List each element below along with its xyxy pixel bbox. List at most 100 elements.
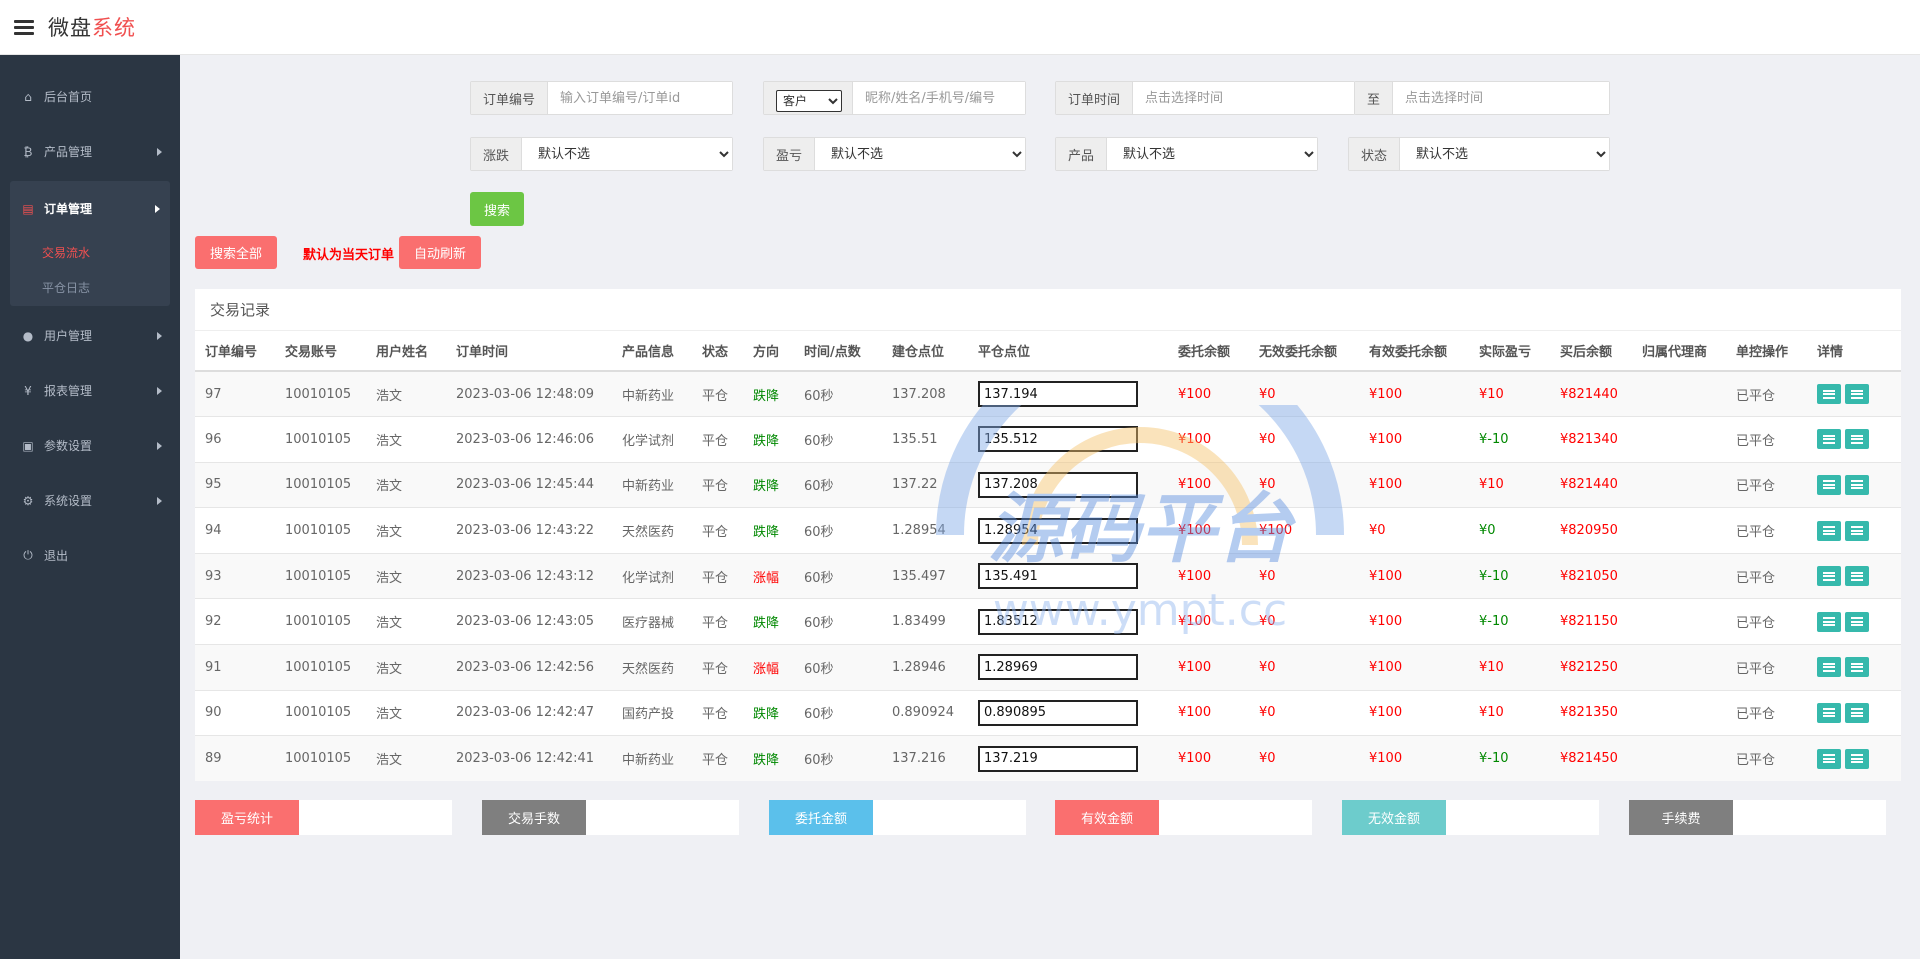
- rise-fall-filter: 涨跌 默认不选: [470, 137, 733, 171]
- order-status: 平仓: [692, 598, 743, 645]
- agent: [1632, 552, 1726, 599]
- status-select[interactable]: 默认不选: [1400, 138, 1609, 170]
- order-no-input[interactable]: [548, 82, 732, 114]
- table-row: 92 10010105 浩文 2023-03-06 12:43:05 医疗器械 平仓 跌降 6…: [195, 598, 1901, 645]
- file-icon: ▤: [22, 201, 34, 216]
- close-price-input[interactable]: [978, 517, 1138, 544]
- invalid-amount: ¥0: [1249, 735, 1359, 782]
- close-price-cell: [968, 416, 1168, 463]
- customer-search-input[interactable]: [853, 82, 1025, 114]
- order-time: 2023-03-06 12:43:22: [446, 507, 612, 554]
- invalid-amount: ¥0: [1249, 370, 1359, 417]
- close-price-input[interactable]: [978, 563, 1138, 590]
- sidebar-subitem[interactable]: 交易流水: [10, 236, 170, 271]
- close-price-input[interactable]: [978, 381, 1138, 408]
- profit-loss-select[interactable]: 默认不选: [815, 138, 1025, 170]
- open-price: 135.497: [882, 552, 968, 599]
- customer-type-select[interactable]: 客户: [776, 89, 842, 112]
- balance-after: ¥821450: [1550, 735, 1632, 782]
- detail-button[interactable]: [1845, 566, 1869, 587]
- detail-button[interactable]: [1845, 474, 1869, 495]
- detail-button[interactable]: [1845, 384, 1869, 405]
- close-price-input[interactable]: [978, 699, 1138, 726]
- table-row: 91 10010105 浩文 2023-03-06 12:42:56 天然医药 平仓 涨幅 6…: [195, 644, 1901, 691]
- close-price-input[interactable]: [978, 471, 1138, 498]
- detail-button[interactable]: [1845, 748, 1869, 769]
- order-time: 2023-03-06 12:42:41: [446, 735, 612, 782]
- search-button[interactable]: 搜索: [470, 192, 524, 226]
- table-row: 97 10010105 浩文 2023-03-06 12:48:09 中新药业 平仓 跌降 6…: [195, 370, 1901, 417]
- detail-button[interactable]: [1817, 566, 1841, 587]
- close-price-input[interactable]: [978, 426, 1138, 453]
- sidebar-item-label: 退出: [44, 549, 69, 563]
- detail-cell: [1807, 644, 1901, 691]
- stat-box: 盈亏统计: [195, 800, 452, 835]
- sidebar-item-gears[interactable]: ⚙ 系统设置: [0, 473, 180, 528]
- detail-button[interactable]: [1817, 474, 1841, 495]
- valid-amount: ¥100: [1359, 689, 1469, 736]
- order-time: 2023-03-06 12:46:06: [446, 416, 612, 463]
- list-icon: [1851, 617, 1863, 627]
- brand-accent: 系统: [92, 16, 136, 40]
- sidebar-item-yen[interactable]: ¥ 报表管理: [0, 363, 180, 418]
- to-label: 至: [1355, 82, 1394, 114]
- column-header: 时间/点数: [794, 331, 882, 372]
- control-status: 已平仓: [1726, 552, 1807, 599]
- rise-fall-select[interactable]: 默认不选: [522, 138, 732, 170]
- product-name: 天然医药: [612, 507, 692, 554]
- order-time: 2023-03-06 12:48:09: [446, 370, 612, 417]
- search-all-button[interactable]: 搜索全部: [195, 236, 277, 269]
- open-price: 1.83499: [882, 598, 968, 645]
- detail-button[interactable]: [1817, 657, 1841, 678]
- detail-button[interactable]: [1817, 429, 1841, 450]
- order-status: 平仓: [692, 370, 743, 417]
- sidebar-item-orders[interactable]: ▤ 订单管理: [10, 181, 170, 236]
- list-icon: [1823, 754, 1835, 764]
- agent: [1632, 461, 1726, 508]
- sidebar-item-dashboard[interactable]: ⌂ 后台首页: [0, 69, 180, 124]
- order-time: 2023-03-06 12:43:05: [446, 598, 612, 645]
- stat-box: 交易手数: [482, 800, 739, 835]
- sidebar-subitem[interactable]: 平仓日志: [10, 271, 170, 306]
- menu-toggle-icon[interactable]: [14, 17, 34, 38]
- sidebar-item-label: 参数设置: [44, 439, 93, 453]
- direction: 跌降: [743, 370, 794, 417]
- detail-button[interactable]: [1845, 657, 1869, 678]
- detail-button[interactable]: [1845, 611, 1869, 632]
- user-name: 浩文: [366, 416, 446, 463]
- open-price: 137.216: [882, 735, 968, 782]
- end-time-input[interactable]: [1393, 82, 1609, 114]
- detail-button[interactable]: [1817, 611, 1841, 632]
- sidebar-item-copy[interactable]: ▣ 参数设置: [0, 418, 180, 473]
- detail-button[interactable]: [1817, 520, 1841, 541]
- actual-pnl: ¥0: [1469, 507, 1550, 554]
- detail-button[interactable]: [1817, 384, 1841, 405]
- close-price-input[interactable]: [978, 608, 1138, 635]
- sidebar-item-bitcoin[interactable]: ₿ 产品管理: [0, 124, 180, 179]
- detail-button[interactable]: [1845, 702, 1869, 723]
- valid-amount: ¥100: [1359, 370, 1469, 417]
- column-header: 详情: [1807, 331, 1901, 372]
- order-time: 2023-03-06 12:43:12: [446, 552, 612, 599]
- control-status: 已平仓: [1726, 461, 1807, 508]
- product-name: 医疗器械: [612, 598, 692, 645]
- detail-button[interactable]: [1845, 520, 1869, 541]
- close-price-input[interactable]: [978, 654, 1138, 681]
- detail-button[interactable]: [1845, 429, 1869, 450]
- detail-button[interactable]: [1817, 748, 1841, 769]
- direction: 跌降: [743, 507, 794, 554]
- status-filter: 状态 默认不选: [1348, 137, 1610, 171]
- sidebar-item-user[interactable]: ● 用户管理: [0, 308, 180, 363]
- sidebar-item-power[interactable]: ⏻ 退出: [0, 528, 180, 583]
- list-icon: [1851, 389, 1863, 399]
- detail-button[interactable]: [1817, 702, 1841, 723]
- stat-box: 手续费: [1629, 800, 1886, 835]
- account-no: 10010105: [275, 461, 366, 508]
- list-icon: [1851, 662, 1863, 672]
- start-time-input[interactable]: [1133, 82, 1354, 114]
- product-select[interactable]: 默认不选: [1107, 138, 1317, 170]
- duration: 60秒: [794, 689, 882, 736]
- auto-refresh-button[interactable]: 自动刷新: [399, 236, 481, 269]
- control-status: 已平仓: [1726, 735, 1807, 782]
- close-price-input[interactable]: [978, 745, 1138, 772]
